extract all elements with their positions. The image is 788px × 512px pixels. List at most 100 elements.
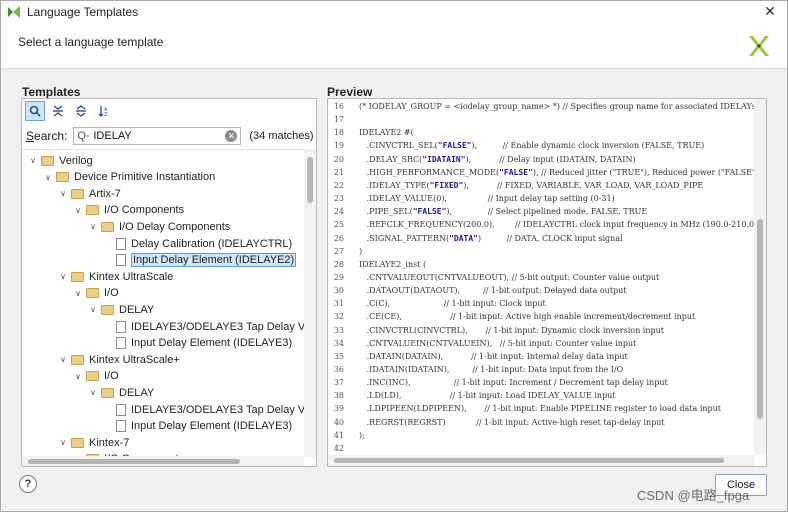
line-number: 22: [333, 180, 344, 190]
tree-template-node[interactable]: Input Delay Element (IDELAYE3): [103, 335, 292, 352]
line-number: 35: [333, 351, 344, 361]
chevron-down-icon[interactable]: ∨: [73, 289, 83, 298]
code-line: 28 IDELAYE2_inst (: [328, 258, 754, 271]
chevron-down-icon[interactable]: ∨: [88, 388, 98, 397]
tree-node-label: Input Delay Element (IDELAYE3): [131, 337, 293, 350]
tree-folder-node[interactable]: ∨ Device Primitive Instantiation: [43, 169, 215, 186]
code-text: .IDATAIN(IDATAIN), // 1-bit input: Data …: [359, 365, 624, 374]
tree-folder-node[interactable]: ∨ Artix-7: [58, 185, 121, 202]
tree-folder-node[interactable]: ∨ I/O Components: [73, 202, 184, 219]
tree-node-label: Artix-7: [89, 187, 121, 200]
panel-splitter[interactable]: [320, 77, 323, 469]
chevron-down-icon[interactable]: ∨: [73, 372, 83, 381]
search-icon[interactable]: [25, 101, 45, 121]
search-filter-icon: Q-: [77, 130, 90, 142]
line-number: 30: [333, 286, 344, 296]
tree-folder-node[interactable]: ∨ Kintex UltraScale+: [58, 351, 180, 368]
tree-folder-node[interactable]: ∨ DELAY: [88, 384, 154, 401]
code-text: .CINVCTRL_SEL("FALSE"), // Enable dynami…: [359, 141, 705, 151]
tree-template-node[interactable]: Input Delay Element (IDELAYE3): [103, 418, 292, 435]
watermark: CSDN @电路_fpga: [637, 488, 750, 503]
tree-folder-node[interactable]: ∨ I/O: [73, 368, 119, 385]
code-line: 26 .SIGNAL_PATTERN("DATA") // DATA, CLOC…: [328, 232, 754, 245]
tree-folder-node[interactable]: ∨ Verilog: [28, 152, 93, 169]
line-number: 39: [333, 404, 344, 414]
tree-folder-node[interactable]: ∨ Kintex UltraScale: [58, 268, 173, 285]
tree-folder-node[interactable]: ∨ I/O Delay Components: [88, 218, 230, 235]
folder-icon: [71, 437, 84, 448]
file-icon: [116, 254, 126, 267]
tree-node-label: Device Primitive Instantiation: [74, 171, 216, 184]
tree-template-node[interactable]: Delay Calibration (IDELAYCTRL): [103, 235, 292, 252]
collapse-all-icon[interactable]: [48, 101, 68, 121]
code-line: 38 .LD(LD), // 1-bit input: Load IDELAY_…: [328, 389, 754, 402]
tree-folder-node[interactable]: ∨ DELAY: [88, 301, 154, 318]
preview-vertical-scrollbar[interactable]: [754, 99, 766, 455]
chevron-down-icon[interactable]: ∨: [43, 173, 53, 182]
tree-node-label: Delay Calibration (IDELAYCTRL): [131, 237, 293, 250]
code-line: 16 (* IODELAY_GROUP = <iodelay_group_name…: [328, 100, 754, 113]
code-text: .REGRST(REGRST) // 1-bit input: Active-h…: [359, 417, 665, 427]
code-line: 35 .DATAIN(DATAIN), // 1-bit input: Inte…: [328, 350, 754, 363]
tree-template-node[interactable]: IDELAYE3/ODELAYE3 Tap Delay Value Contr: [103, 318, 304, 335]
tree-node-label: DELAY: [119, 303, 155, 316]
code-text: IDELAYE2 #(: [359, 128, 414, 138]
line-number: 42: [333, 443, 344, 453]
folder-icon: [86, 288, 99, 299]
line-number: 34: [333, 338, 344, 348]
code-line: 19 .CINVCTRL_SEL("FALSE"), // Enable dyn…: [328, 139, 754, 152]
folder-icon: [71, 188, 84, 199]
chevron-down-icon[interactable]: ∨: [88, 222, 98, 231]
folder-icon: [86, 371, 99, 382]
close-icon[interactable]: ✕: [761, 3, 779, 20]
clear-search-icon[interactable]: ✕: [225, 130, 238, 142]
search-input[interactable]: Q- IDELAY ✕: [73, 127, 242, 145]
tree-template-node[interactable]: IDELAYE3/ODELAYE3 Tap Delay Value Contr: [103, 401, 304, 418]
folder-icon: [86, 205, 99, 216]
code-line: 29 .CNTVALUEOUT(CNTVALUEOUT), // 5-bit o…: [328, 271, 754, 284]
code-line: 25 .REFCLK_FREQUENCY(200.0), // IDELAYCT…: [328, 218, 754, 231]
chevron-down-icon[interactable]: ∨: [58, 438, 68, 447]
file-icon: [116, 403, 126, 416]
tree-vertical-scrollbar[interactable]: [304, 149, 316, 457]
code-text: .DELAY_SRC("IDATAIN"), // Delay input (I…: [359, 154, 636, 164]
code-text: .SIGNAL_PATTERN("DATA") // DATA, CLOCK i…: [359, 233, 623, 243]
line-number: 31: [333, 299, 344, 309]
dialog-header: Select a language template: [1, 23, 787, 69]
tree-node-label: I/O Components: [104, 204, 185, 217]
chevron-down-icon[interactable]: ∨: [58, 355, 68, 364]
file-icon: [116, 420, 126, 433]
preview-horizontal-scrollbar[interactable]: [328, 455, 754, 466]
code-text: .LDPIPEEN(LDPIPEEN), // 1-bit input: Ena…: [359, 404, 722, 414]
line-number: 21: [333, 167, 344, 177]
code-text: .CNTVALUEIN(CNTVALUEIN), // 5-bit input:…: [359, 338, 637, 348]
xilinx-logo-icon: [749, 36, 769, 56]
tree-folder-node[interactable]: ∨ Kintex-7: [58, 434, 129, 451]
code-line: 21 .HIGH_PERFORMANCE_MODE("FALSE"), // R…: [328, 166, 754, 179]
code-text: IDELAYE2_inst (: [359, 259, 427, 269]
file-icon: [116, 337, 126, 350]
tree-folder-node[interactable]: ∨ I/O: [73, 285, 119, 302]
help-button[interactable]: ?: [19, 475, 37, 493]
file-icon: [116, 237, 126, 250]
preview-heading: Preview: [327, 85, 373, 99]
code-text: .DATAIN(DATAIN), // 1-bit input: Interna…: [359, 351, 628, 361]
tree-horizontal-scrollbar[interactable]: [22, 456, 304, 466]
expand-all-icon[interactable]: [71, 101, 91, 121]
code-line: 22 .IDELAY_TYPE("FIXED"), // FIXED, VARI…: [328, 179, 754, 192]
tree-node-label: Verilog: [59, 154, 93, 167]
chevron-down-icon[interactable]: ∨: [28, 156, 38, 165]
chevron-down-icon[interactable]: ∨: [58, 272, 68, 281]
chevron-down-icon[interactable]: ∨: [58, 189, 68, 198]
code-line: 18 IDELAYE2 #(: [328, 126, 754, 139]
sort-icon[interactable]: AZ: [94, 101, 114, 121]
code-line: 27): [328, 245, 754, 258]
tree-template-node[interactable]: Input Delay Element (IDELAYE2): [103, 252, 297, 269]
chevron-down-icon[interactable]: ∨: [88, 305, 98, 314]
line-number: 25: [333, 220, 344, 230]
chevron-down-icon[interactable]: ∨: [73, 206, 83, 215]
tree-node-label: I/O Delay Components: [119, 220, 231, 233]
code-line: 24 .PIPE_SEL("FALSE"), // Select pipelin…: [328, 205, 754, 218]
code-text: .CE(CE), // 1-bit input: Active high ena…: [359, 312, 696, 322]
line-number: 28: [333, 259, 344, 269]
